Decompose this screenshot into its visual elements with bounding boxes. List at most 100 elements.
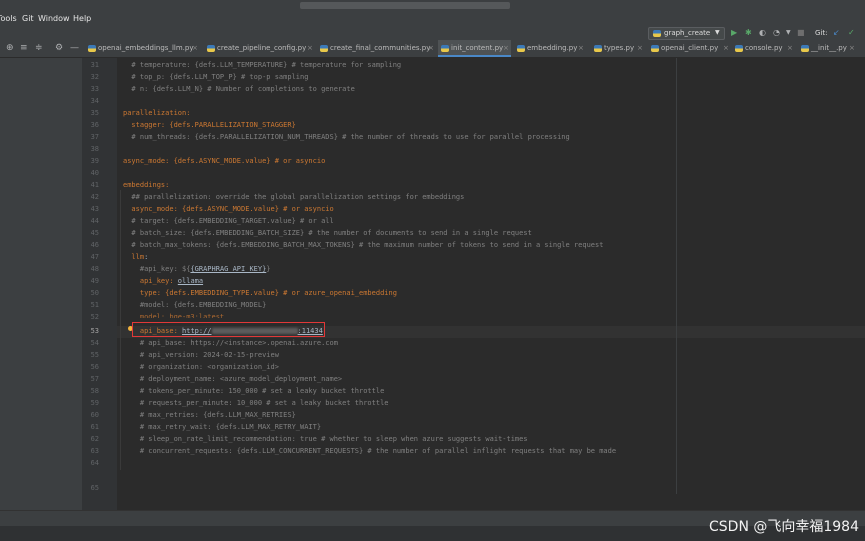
coverage-icon[interactable]: ◐ [759, 29, 766, 37]
main-toolbar: graph_create ▼ ▶ ✱ ◐ ◔ ▼ ■ Git: ↙ ✓ [0, 26, 865, 40]
close-icon[interactable]: × [849, 44, 855, 52]
line-number: 58 [90, 387, 99, 395]
python-file-icon [88, 45, 96, 52]
tab-label: create_final_communities.py [330, 44, 431, 52]
code-line-48: #api_key: ${{GRAPHRAG_API_KEY}} [123, 265, 271, 273]
tab-embedding[interactable]: embedding.py × [517, 40, 585, 57]
close-icon[interactable]: × [578, 44, 584, 52]
code-line-50: type: {defs.EMBEDDING_TYPE.value} # or a… [123, 289, 397, 297]
tab-label: init_content.py [451, 44, 504, 52]
comment-end: } [266, 265, 271, 273]
line-number: 59 [90, 399, 99, 407]
tab-label: create_pipeline_config.py [217, 44, 307, 52]
menu-bar: Tools Git Window Help [0, 12, 865, 26]
profile-icon[interactable]: ◔ [773, 29, 780, 37]
git-commit-icon[interactable]: ✓ [848, 29, 855, 37]
code-line-57: # deployment_name: <azure_model_deployme… [123, 375, 343, 383]
code-line-35: parallelization: [123, 109, 191, 117]
line-number: 40 [90, 169, 99, 177]
line-number: 60 [90, 411, 99, 419]
gear-icon[interactable]: ⚙ [55, 43, 63, 53]
line-number: 36 [90, 121, 99, 129]
tab-init[interactable]: __init__.py × [801, 40, 857, 57]
menu-help[interactable]: Help [73, 14, 91, 23]
code-line-43: async_mode: {defs.ASYNC_MODE.value} # or… [123, 205, 334, 213]
line-number: 62 [90, 435, 99, 443]
title-bar [0, 0, 865, 12]
line-number: 65 [90, 484, 99, 492]
close-icon[interactable]: × [637, 44, 643, 52]
line-number: 37 [90, 133, 99, 141]
run-configuration-label: graph_create [664, 29, 711, 37]
close-icon[interactable]: × [192, 44, 198, 52]
project-panel [0, 58, 82, 510]
line-number: 46 [90, 241, 99, 249]
python-file-icon [441, 45, 449, 52]
line-number: 50 [90, 289, 99, 297]
tab-console[interactable]: console.py × [735, 40, 795, 57]
menu-window[interactable]: Window [38, 14, 70, 23]
editor-tab-bar: ⊕ ≡ ≑ ⚙ — openai_embeddings_llm.py × cre… [0, 40, 865, 58]
comment-start: #api_key: ${ [123, 265, 191, 273]
run-icon[interactable]: ▶ [731, 29, 737, 37]
code-line-41: embeddings: [123, 181, 170, 189]
close-icon[interactable]: × [503, 44, 509, 52]
menu-git[interactable]: Git [22, 14, 34, 23]
line-number: 64 [90, 459, 99, 467]
code-line-60: # max_retries: {defs.LLM_MAX_RETRIES} [123, 411, 296, 419]
close-icon[interactable]: × [307, 44, 313, 52]
tab-label: embedding.py [527, 44, 578, 52]
code-line-58: # tokens_per_minute: 150_000 # set a lea… [123, 387, 385, 395]
code-line-62: # sleep_on_rate_limit_recommendation: tr… [123, 435, 528, 443]
tab-openai-client[interactable]: openai_client.py × [651, 40, 731, 57]
git-label: Git: [815, 29, 828, 37]
code-line-36: stagger: {defs.PARALLELIZATION_STAGGER} [123, 121, 296, 129]
code-line-39: async_mode: {defs.ASYNC_MODE.value} # or… [123, 157, 326, 165]
code-line-56: # organization: <organization_id> [123, 363, 279, 371]
watermark: CSDN @飞向幸福1984 [709, 519, 859, 535]
yaml-key: llm [123, 253, 145, 261]
line-number: 55 [90, 351, 99, 359]
chevron-down-icon[interactable]: ▼ [786, 29, 791, 37]
line-number: 32 [90, 73, 99, 81]
run-configuration-select[interactable]: graph_create ▼ [648, 27, 725, 40]
code-line-37: # num_threads: {defs.PARALLELIZATION_NUM… [123, 133, 570, 141]
right-margin-guide [676, 58, 677, 494]
line-number: 51 [90, 301, 99, 309]
collapse-all-icon[interactable]: ≑ [35, 43, 43, 53]
tab-label: openai_embeddings_llm.py [98, 44, 194, 52]
chevron-down-icon: ▼ [715, 29, 720, 36]
stop-icon[interactable]: ■ [797, 29, 805, 37]
tab-label: types.py [604, 44, 635, 52]
python-file-icon [651, 45, 659, 52]
line-number: 38 [90, 145, 99, 153]
code-line-45: # batch_size: {defs.EMBEDDING_BATCH_SIZE… [123, 229, 532, 237]
code-line-42: ## parallelization: override the global … [123, 193, 465, 201]
line-number: 48 [90, 265, 99, 273]
code-line-44: # target: {defs.EMBEDDING_TARGET.value} … [123, 217, 334, 225]
locate-icon[interactable]: ⊕ [6, 43, 14, 53]
close-icon[interactable]: × [428, 44, 434, 52]
tab-init-content[interactable]: init_content.py × [438, 40, 511, 57]
tab-openai-embeddings-llm[interactable]: openai_embeddings_llm.py × [88, 40, 200, 57]
menu-tools[interactable]: Tools [0, 14, 17, 23]
line-number: 42 [90, 193, 99, 201]
close-icon[interactable]: × [723, 44, 729, 52]
tab-create-pipeline-config[interactable]: create_pipeline_config.py × [207, 40, 315, 57]
line-number: 34 [90, 97, 99, 105]
debug-icon[interactable]: ✱ [745, 29, 752, 37]
tab-types[interactable]: types.py × [594, 40, 644, 57]
line-number: 47 [90, 253, 99, 261]
expand-all-icon[interactable]: ≡ [20, 43, 28, 53]
code-line-33: # n: {defs.LLM_N} # Number of completion… [123, 85, 355, 93]
close-icon[interactable]: × [787, 44, 793, 52]
line-number: 43 [90, 205, 99, 213]
python-file-icon [517, 45, 525, 52]
python-icon [653, 30, 661, 37]
line-number: 35 [90, 109, 99, 117]
yaml-value: ollama [177, 277, 204, 285]
git-update-icon[interactable]: ↙ [833, 29, 840, 37]
python-file-icon [801, 45, 809, 52]
hide-icon[interactable]: — [70, 43, 79, 53]
tab-create-final-communities[interactable]: create_final_communities.py × [320, 40, 435, 57]
